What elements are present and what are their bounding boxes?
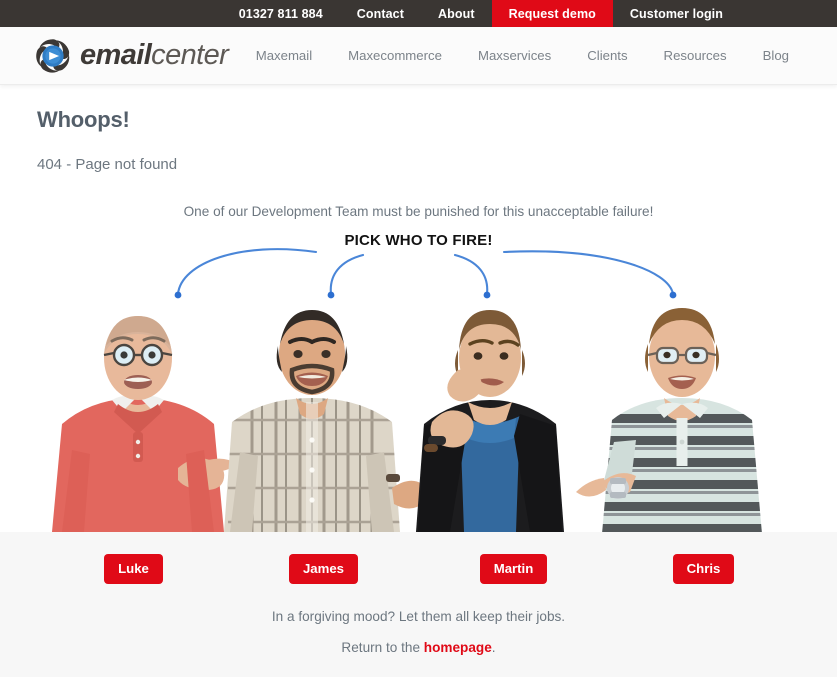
person-martin xyxy=(416,310,564,532)
page-body: Whoops! 404 - Page not found One of our … xyxy=(0,85,837,532)
utility-bar-items: 01327 811 884 Contact About Request demo… xyxy=(222,0,740,27)
site-header: emailcenter Maxemail Maxecommerce Maxser… xyxy=(0,27,837,85)
return-home-suffix: . xyxy=(491,640,496,656)
utility-link-contact[interactable]: Contact xyxy=(340,0,421,27)
request-demo-button[interactable]: Request demo xyxy=(491,0,613,27)
person-luke xyxy=(52,316,236,532)
utility-bar: 01327 811 884 Contact About Request demo… xyxy=(0,0,837,27)
page-bottom-fill xyxy=(0,673,837,677)
pick-who-to-fire-label: PICK WHO TO FIRE! xyxy=(344,232,493,249)
nav-item-maxservices[interactable]: Maxservices xyxy=(460,48,569,63)
page-title: Whoops! xyxy=(37,107,130,132)
fire-james-button[interactable]: James xyxy=(288,554,359,585)
choice-slot-luke: Luke xyxy=(39,554,229,585)
pick-stage: PICK WHO TO FIRE! xyxy=(0,227,837,532)
return-home-prefix: Return to the xyxy=(341,640,424,656)
fire-chris-button[interactable]: Chris xyxy=(672,554,735,585)
main-navigation: Maxemail Maxecommerce Maxservices Client… xyxy=(238,48,789,63)
arrow-to-luke xyxy=(176,248,318,296)
nav-item-maxemail[interactable]: Maxemail xyxy=(238,48,330,63)
utility-link-about[interactable]: About xyxy=(421,0,492,27)
choice-buttons: Luke James Martin Chris xyxy=(0,554,837,585)
nav-item-blog[interactable]: Blog xyxy=(745,48,789,63)
logo-wordmark-bold: email xyxy=(80,39,152,71)
nav-item-resources[interactable]: Resources xyxy=(646,48,745,63)
fire-luke-button[interactable]: Luke xyxy=(104,554,163,585)
nav-item-maxecommerce[interactable]: Maxecommerce xyxy=(330,48,460,63)
person-chris xyxy=(576,308,762,532)
arrow-to-chris xyxy=(502,250,675,296)
choice-slot-martin: Martin xyxy=(419,554,609,585)
homepage-link[interactable]: homepage xyxy=(424,640,492,655)
error-code-text: 404 - Page not found xyxy=(37,156,178,173)
nav-item-clients[interactable]: Clients xyxy=(569,48,645,63)
choice-slot-chris: Chris xyxy=(609,554,799,585)
emailcenter-aperture-logo-icon xyxy=(36,38,70,73)
punish-section: One of our Development Team must be puni… xyxy=(0,204,837,532)
phone-number: 01327 811 884 xyxy=(238,6,323,21)
customer-login-link[interactable]: Customer login xyxy=(613,0,740,27)
choice-bar: Luke James Martin Chris In a forgiving m… xyxy=(0,532,837,674)
forgiving-mood-text: In a forgiving mood? Let them all keep t… xyxy=(271,609,566,625)
site-logo[interactable]: emailcenter xyxy=(34,37,229,75)
fire-martin-button[interactable]: Martin xyxy=(479,554,548,585)
logo-wordmark: emailcenter xyxy=(80,39,229,71)
punish-lead-text: One of our Development Team must be puni… xyxy=(183,204,654,219)
arrow-to-james xyxy=(329,253,365,296)
person-james xyxy=(224,310,429,532)
return-home-line: Return to the homepage. xyxy=(0,640,837,655)
development-team-photo xyxy=(52,308,762,532)
logo-wordmark-light: center xyxy=(151,39,229,71)
choice-slot-james: James xyxy=(229,554,419,585)
arrow-to-martin xyxy=(453,253,489,296)
